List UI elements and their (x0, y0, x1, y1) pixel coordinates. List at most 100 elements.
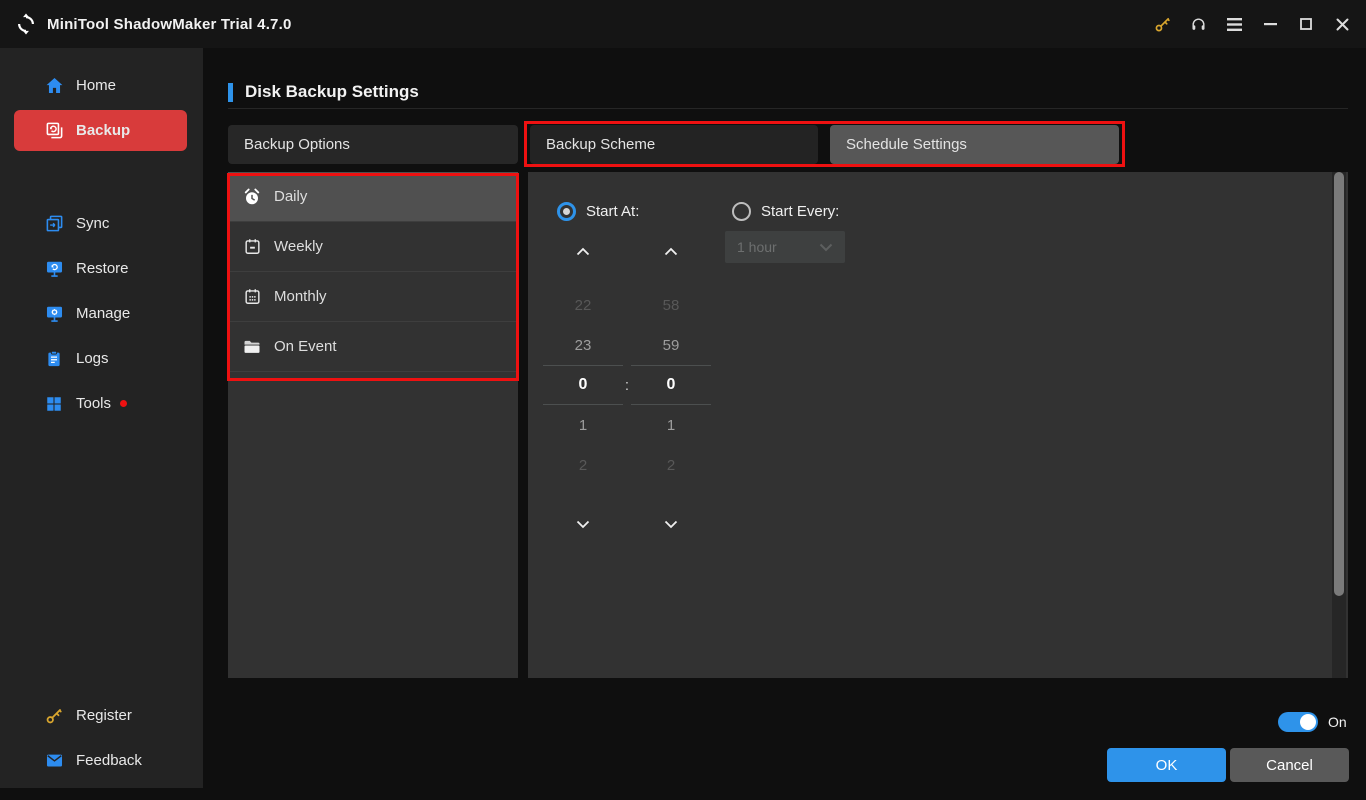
minute-spinner: 58 59 0 1 2 (631, 238, 711, 537)
logs-icon (44, 349, 64, 369)
tools-icon (44, 394, 64, 414)
sync-icon (44, 214, 64, 234)
minute-option[interactable]: 59 (631, 325, 711, 365)
hour-option[interactable]: 1 (543, 405, 623, 445)
time-separator: : (624, 376, 630, 394)
calendar-week-icon (242, 237, 262, 257)
sidebar-item-label: Register (76, 707, 132, 724)
notification-dot (120, 400, 128, 407)
sidebar: Home Backup Sync Restore Manage Logs Too… (0, 48, 203, 788)
interval-dropdown[interactable]: 1 hour (725, 231, 845, 263)
restore-icon (44, 259, 64, 279)
sidebar-item-label: Backup (76, 122, 131, 139)
schedule-type-monthly[interactable]: Monthly (228, 272, 518, 322)
chevron-up-icon (664, 247, 678, 255)
sidebar-item-label: Manage (76, 305, 131, 322)
radio-selected-icon (557, 201, 576, 221)
schedule-type-weekly[interactable]: Weekly (228, 222, 518, 272)
minute-selected[interactable]: 0 (631, 365, 711, 405)
manage-icon (44, 304, 64, 324)
ok-button[interactable]: OK (1107, 748, 1226, 782)
schedule-type-daily[interactable]: Daily (227, 172, 519, 381)
schedule-type-panel: Daily Weekly Monthly On Event (227, 172, 519, 678)
backup-icon (44, 121, 64, 141)
schedule-detail-panel: Start At: Start Every: 1 hour 22 23 0 1 (528, 172, 1348, 678)
tab-backup-scheme[interactable]: Backup Scheme (530, 125, 818, 164)
app-window: MiniTool ShadowMaker Trial 4.7.0 Home Ba… (0, 0, 1366, 800)
sidebar-item-label: Logs (76, 350, 109, 367)
titlebar: MiniTool ShadowMaker Trial 4.7.0 (0, 0, 1366, 48)
alarm-clock-icon (242, 187, 262, 207)
radio-start-every[interactable]: Start Every: (732, 196, 839, 226)
chevron-up-icon (576, 247, 590, 255)
home-icon (44, 76, 64, 96)
radio-label: Start Every: (761, 202, 840, 220)
scrollbar-thumb[interactable] (1334, 172, 1344, 596)
sidebar-item-label: Home (76, 77, 117, 94)
sidebar-item-label: Sync (76, 215, 110, 232)
cancel-button[interactable]: Cancel (1230, 748, 1349, 782)
sidebar-item-logs[interactable]: Logs (0, 336, 203, 381)
maximize-button[interactable] (1288, 0, 1324, 48)
minimize-button[interactable] (1252, 0, 1288, 48)
hour-selected[interactable]: 0 (543, 365, 623, 405)
header-divider (228, 108, 1348, 109)
tab-label: Schedule Settings (846, 136, 967, 153)
toggle-knob (1300, 714, 1316, 730)
sidebar-item-backup[interactable]: Backup (14, 110, 187, 151)
sidebar-item-feedback[interactable]: Feedback (0, 738, 203, 783)
sidebar-item-sync[interactable]: Sync (0, 201, 203, 246)
tab-label: Backup Scheme (546, 136, 656, 153)
schedule-type-on-event[interactable]: On Event (228, 322, 518, 372)
minute-option[interactable]: 2 (631, 445, 711, 485)
sidebar-item-label: Restore (76, 260, 129, 277)
hour-spinner: 22 23 0 1 2 (543, 238, 623, 537)
chevron-down-icon (819, 243, 833, 251)
scrollbar-track[interactable] (1332, 172, 1346, 678)
sidebar-item-manage[interactable]: Manage (0, 291, 203, 336)
hour-option[interactable]: 2 (543, 445, 623, 485)
minute-option[interactable]: 58 (631, 285, 711, 325)
schedule-type-label: Monthly (274, 288, 327, 305)
menu-icon[interactable] (1216, 0, 1252, 48)
tab-schedule-settings[interactable]: Schedule Settings (830, 125, 1119, 164)
app-logo-icon (14, 12, 38, 36)
page-header: Disk Backup Settings (228, 82, 419, 102)
radio-unselected-icon (732, 201, 751, 221)
interval-value: 1 hour (737, 239, 777, 255)
envelope-icon (44, 751, 64, 771)
sidebar-item-label: Feedback (76, 752, 142, 769)
close-button[interactable] (1324, 0, 1360, 48)
tab-label: Backup Options (244, 136, 350, 153)
hour-option[interactable]: 23 (543, 325, 623, 365)
key-icon (44, 706, 64, 726)
sidebar-item-restore[interactable]: Restore (0, 246, 203, 291)
radio-start-at[interactable]: Start At: (557, 196, 639, 226)
sidebar-item-register[interactable]: Register (0, 693, 203, 738)
tab-backup-options[interactable]: Backup Options (228, 125, 518, 164)
minute-up-button[interactable] (631, 238, 711, 264)
hour-up-button[interactable] (543, 238, 623, 264)
support-headset-icon[interactable] (1180, 0, 1216, 48)
minute-down-button[interactable] (631, 511, 711, 537)
schedule-type-label: Weekly (274, 238, 323, 255)
window-title: MiniTool ShadowMaker Trial 4.7.0 (47, 15, 292, 33)
minute-option[interactable]: 1 (631, 405, 711, 445)
license-key-icon[interactable] (1144, 0, 1180, 48)
chevron-down-icon (664, 520, 678, 528)
sidebar-item-tools[interactable]: Tools (0, 381, 203, 426)
radio-label: Start At: (586, 202, 640, 220)
page-title: Disk Backup Settings (245, 82, 419, 101)
toggle-state-label: On (1328, 714, 1347, 730)
hour-down-button[interactable] (543, 511, 623, 537)
title-accent-bar (228, 82, 233, 102)
sidebar-item-home[interactable]: Home (0, 63, 203, 108)
folder-icon (242, 337, 262, 357)
schedule-on-off-toggle[interactable] (1278, 712, 1318, 732)
schedule-type-label: On Event (274, 338, 337, 355)
schedule-type-label: Daily (274, 188, 308, 205)
titlebar-controls (1144, 0, 1360, 48)
hour-option[interactable]: 22 (543, 285, 623, 325)
sidebar-item-label: Tools (76, 395, 112, 412)
chevron-down-icon (576, 520, 590, 528)
